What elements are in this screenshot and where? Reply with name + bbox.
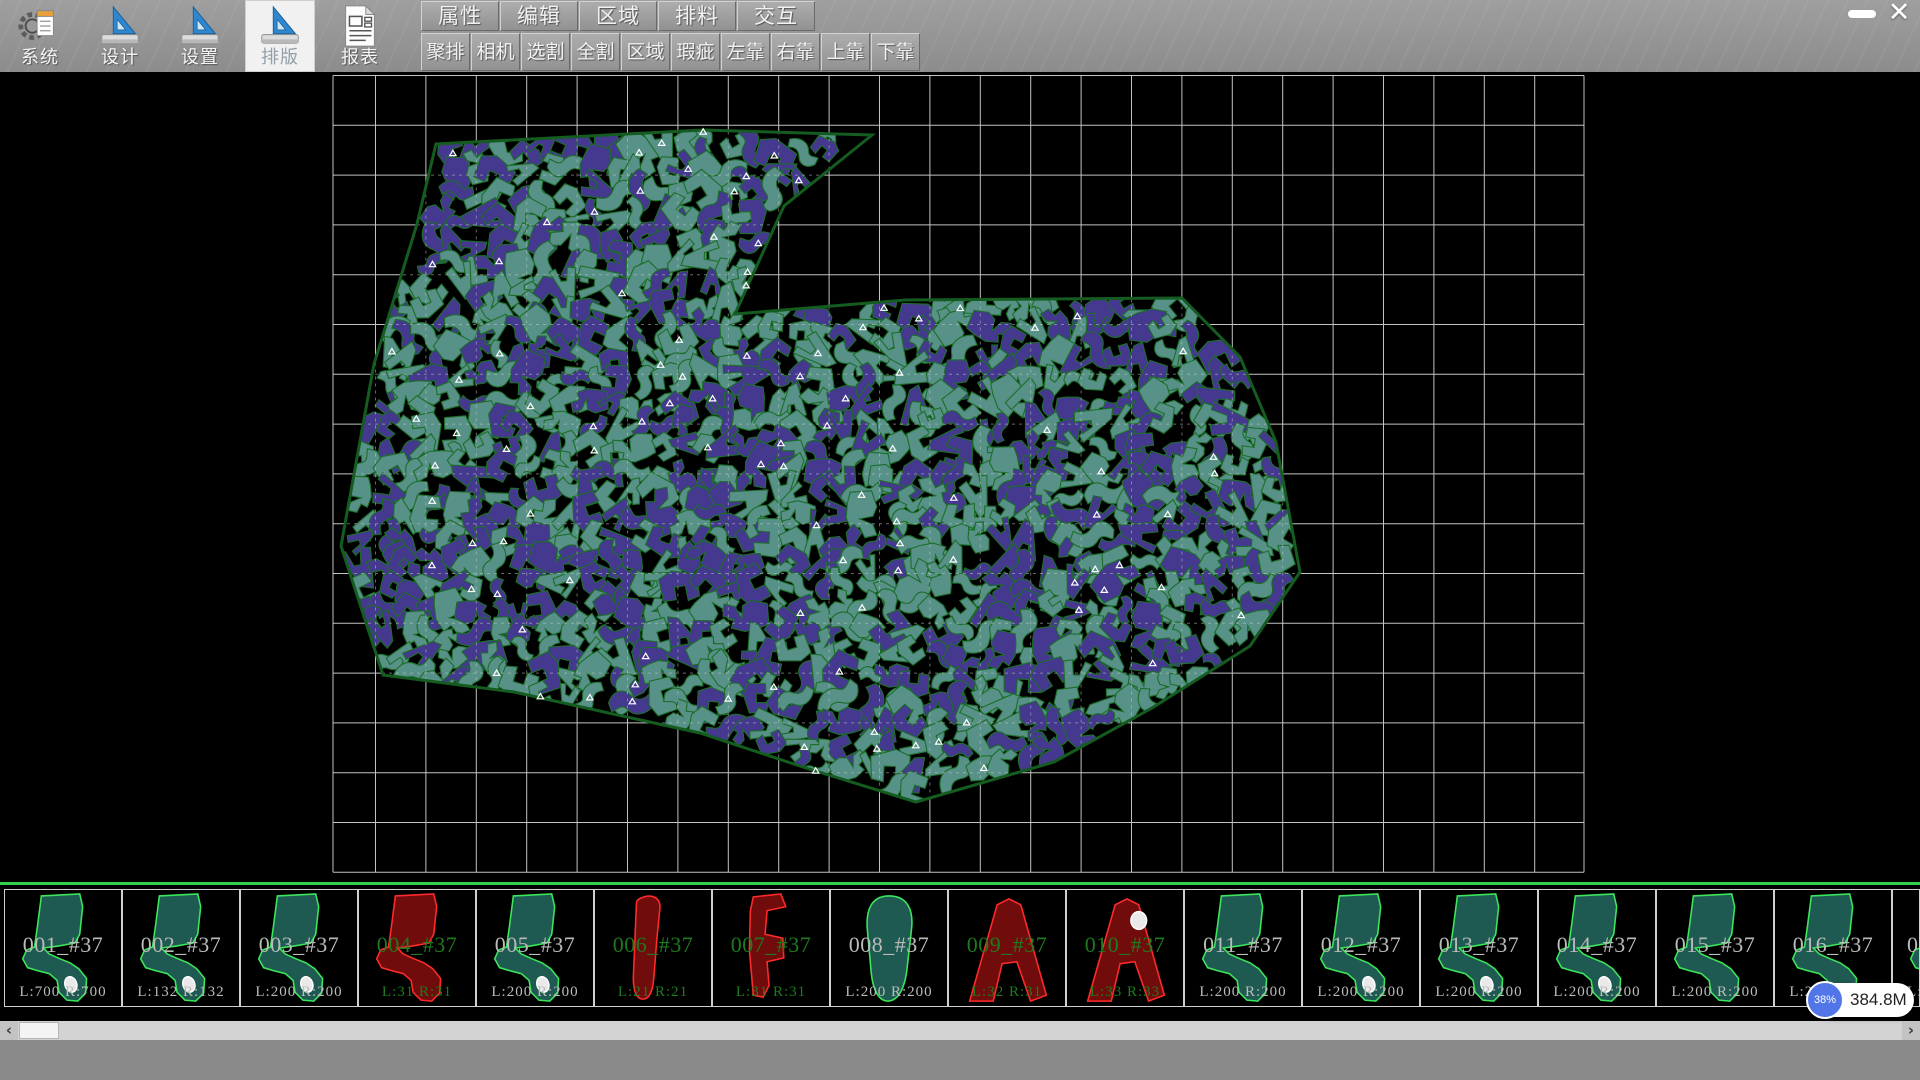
status-bar (0, 1040, 1920, 1080)
part-cell-5[interactable]: 005_#37 L:200 R:200 (476, 889, 594, 1007)
part-thumbnail-shape (7, 891, 119, 1007)
part-cell-7[interactable]: 007_#37 L:31 R:31 (712, 889, 830, 1007)
menu-item-1[interactable]: 属性 (421, 1, 499, 31)
tool-button-1[interactable]: 聚排 (421, 33, 470, 71)
part-thumbnail-shape (715, 891, 827, 1007)
tool-button-4[interactable]: 全割 (571, 33, 620, 71)
scroll-left-arrow-icon[interactable]: ‹ (0, 1021, 18, 1040)
part-cell-9[interactable]: 009_#37 L:32 R:31 (948, 889, 1066, 1007)
scroll-right-arrow-icon[interactable]: › (1902, 1021, 1920, 1040)
tool-button-8[interactable]: 右靠 (771, 33, 820, 71)
main-button-5[interactable]: 报表 (325, 0, 395, 72)
main-button-3[interactable]: 设置 (165, 0, 235, 72)
application-window: 系统 设计 设置 排版 报表 属性编辑区域排料交互 聚排相机选割全割区域瑕疵左靠… (0, 0, 1920, 1080)
main-button-2[interactable]: 设计 (85, 0, 155, 72)
part-cell-15[interactable]: 015_#37 L:200 R:200 (1656, 889, 1774, 1007)
part-thumbnail-shape (951, 891, 1063, 1007)
part-thumbnail-shape (1187, 891, 1299, 1007)
main-button-label: 设计 (85, 43, 155, 69)
part-cell-14[interactable]: 014_#37 L:200 R:200 (1538, 889, 1656, 1007)
badge-memory: 384.8M (1850, 990, 1910, 1010)
parts-strip: 001_#37 L:700 R:700 002_#37 L:132 R:132 … (0, 876, 1920, 1021)
part-cell-2[interactable]: 002_#37 L:132 R:132 (122, 889, 240, 1007)
part-thumbnail-shape (833, 891, 945, 1007)
part-thumbnail-shape (1069, 891, 1181, 1007)
part-cell-4[interactable]: 004_#37 L:31 R:31 (358, 889, 476, 1007)
part-thumbnail-shape (1305, 891, 1417, 1007)
part-cell-1[interactable]: 001_#37 L:700 R:700 (4, 889, 122, 1007)
minimize-icon (1848, 10, 1876, 18)
minimize-button[interactable] (1848, 6, 1876, 22)
part-thumbnail-shape (1423, 891, 1535, 1007)
main-button-label: 系统 (5, 43, 75, 69)
part-cell-3[interactable]: 003_#37 L:200 R:200 (240, 889, 358, 1007)
badge-percent: 38% (1806, 981, 1844, 1019)
nesting-canvas[interactable] (0, 72, 1920, 876)
part-thumbnail-shape (125, 891, 237, 1007)
tool-button-10[interactable]: 下靠 (871, 33, 920, 71)
close-icon: ✕ (1888, 0, 1911, 28)
tool-button-5[interactable]: 区域 (621, 33, 670, 71)
tool-button-3[interactable]: 选割 (521, 33, 570, 71)
tool-button-2[interactable]: 相机 (471, 33, 520, 71)
tool-button-7[interactable]: 左靠 (721, 33, 770, 71)
part-thumbnail-shape (1541, 891, 1653, 1007)
menu-item-5[interactable]: 交互 (737, 1, 815, 31)
menu-item-3[interactable]: 区域 (579, 1, 657, 31)
main-button-label: 排版 (245, 43, 315, 69)
part-thumbnail-shape (1659, 891, 1771, 1007)
part-cell-12[interactable]: 012_#37 L:200 R:200 (1302, 889, 1420, 1007)
part-cell-8[interactable]: 008_#37 L:200 R:200 (830, 889, 948, 1007)
memory-usage-badge[interactable]: 38% 384.8M (1806, 981, 1916, 1019)
part-thumbnail-shape (597, 891, 709, 1007)
menu-item-2[interactable]: 编辑 (500, 1, 578, 31)
part-thumbnail-shape (479, 891, 591, 1007)
horizontal-scrollbar[interactable]: ‹ › (0, 1021, 1920, 1040)
part-thumbnail-shape (243, 891, 355, 1007)
scrollbar-thumb[interactable] (19, 1022, 59, 1039)
part-thumbnail-shape (361, 891, 473, 1007)
main-button-4[interactable]: 排版 (245, 0, 315, 72)
tool-button-6[interactable]: 瑕疵 (671, 33, 720, 71)
menu-item-4[interactable]: 排料 (658, 1, 736, 31)
top-toolbar: 系统 设计 设置 排版 报表 属性编辑区域排料交互 聚排相机选割全割区域瑕疵左靠… (0, 0, 1920, 72)
main-button-1[interactable]: 系统 (5, 0, 75, 72)
part-cell-13[interactable]: 013_#37 L:200 R:200 (1420, 889, 1538, 1007)
part-cell-10[interactable]: 010_#37 L:33 R:33 (1066, 889, 1184, 1007)
main-button-label: 设置 (165, 43, 235, 69)
canvas-svg (0, 72, 1920, 876)
part-cell-6[interactable]: 006_#37 L:21 R:21 (594, 889, 712, 1007)
tool-button-9[interactable]: 上靠 (821, 33, 870, 71)
strip-separator-line (0, 882, 1920, 885)
main-button-label: 报表 (325, 43, 395, 69)
part-cell-11[interactable]: 011_#37 L:200 R:200 (1184, 889, 1302, 1007)
close-button[interactable]: ✕ (1882, 0, 1916, 28)
